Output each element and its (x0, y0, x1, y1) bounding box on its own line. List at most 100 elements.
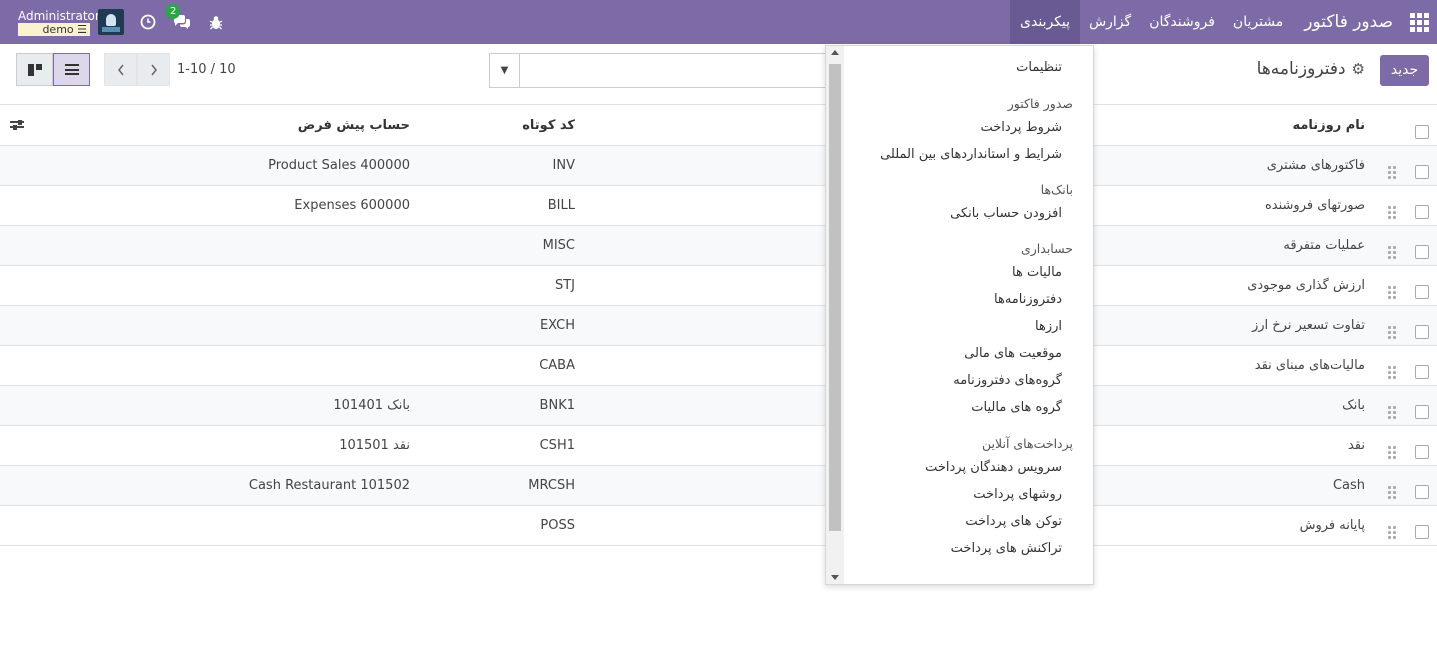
table-row[interactable]: عملیات متفرقه MISC (0, 226, 1437, 266)
drag-handle-icon[interactable] (1387, 426, 1397, 465)
drag-handle-icon[interactable] (1387, 506, 1397, 545)
table-row[interactable]: پایانه فروش POSS (0, 506, 1437, 546)
row-checkbox[interactable] (1415, 226, 1429, 265)
journal-name: پایانه فروش (1299, 518, 1365, 533)
journal-code: EXCH (539, 318, 575, 333)
journals-table: نام روزنامه کد کوتاه حساب پیش فرض فاکتور… (0, 106, 1437, 546)
scroll-up-icon[interactable] (831, 50, 839, 55)
journal-code: MRCSH (528, 478, 575, 493)
dropdown-menu-item[interactable]: گروه‌های دفتروزنامه (953, 373, 1062, 388)
journal-code: MISC (542, 238, 575, 253)
chevron-down-icon[interactable]: ▼ (490, 54, 520, 87)
row-checkbox[interactable] (1415, 426, 1429, 465)
journal-name: بانک (1342, 398, 1365, 413)
pager-previous-button[interactable] (104, 53, 137, 86)
database-name: demo ☰ (18, 23, 90, 36)
table-row[interactable]: تفاوت تسعیر نرخ ارز EXCH (0, 306, 1437, 346)
list-view-button[interactable] (53, 53, 90, 86)
kanban-view-button[interactable] (16, 53, 53, 86)
dropdown-menu-item[interactable]: ارزها (1035, 319, 1062, 334)
avatar[interactable] (98, 9, 124, 35)
dropdown-menu-item[interactable]: دفتروزنامه‌ها (994, 292, 1062, 307)
dropdown-menu-item[interactable]: موقعیت های مالی (964, 346, 1062, 361)
dropdown-scrollbar[interactable] (826, 46, 844, 584)
dropdown-menu-item[interactable]: افزودن حساب بانکی (950, 206, 1062, 221)
menu-customers[interactable]: مشتریان (1224, 0, 1292, 44)
drag-handle-icon[interactable] (1387, 186, 1397, 225)
optional-columns-icon[interactable] (10, 106, 26, 145)
dropdown-menu-item[interactable]: شروط پرداخت (981, 120, 1063, 135)
menu-configuration[interactable]: پیکربندی (1010, 0, 1081, 44)
drag-handle-icon[interactable] (1387, 146, 1397, 185)
dropdown-menu-item[interactable]: روشهای پرداخت (973, 487, 1062, 502)
breadcrumb: دفتروزنامه‌ها ⚙ (1257, 59, 1365, 79)
row-checkbox[interactable] (1415, 186, 1429, 225)
scroll-down-icon[interactable] (831, 575, 839, 580)
dropdown-menu-item[interactable]: توکن های پرداخت (965, 514, 1062, 529)
journal-name: فاکتورهای مشتری (1266, 158, 1365, 173)
user-menu[interactable]: Administrator demo ☰ (18, 9, 100, 36)
pager-value[interactable]: 1-10 / 10 (177, 62, 236, 77)
row-checkbox[interactable] (1415, 146, 1429, 185)
table-row[interactable]: صورتهای فروشنده BILL Expenses 600000 (0, 186, 1437, 226)
dropdown-section-header: صدور فاکتور (1007, 96, 1073, 111)
table-row[interactable]: Cash MRCSH Cash Restaurant 101502 (0, 466, 1437, 506)
journal-name: عملیات متفرقه (1283, 238, 1365, 253)
drag-handle-icon[interactable] (1387, 266, 1397, 305)
table-row[interactable]: ارزش گذاری موجودی STJ (0, 266, 1437, 306)
dropdown-section-header: پرداخت‌های آنلاین (982, 436, 1073, 451)
select-all-checkbox[interactable] (1415, 106, 1429, 145)
chat-icon[interactable]: 2 (166, 4, 192, 32)
systray: Administrator demo ☰ 2 (0, 0, 226, 44)
journal-code: BNK1 (539, 398, 575, 413)
dropdown-menu-item[interactable]: گروه های مالیات (971, 400, 1062, 415)
dropdown-menu-item[interactable]: تراکنش های پرداخت (951, 541, 1062, 556)
row-checkbox[interactable] (1415, 466, 1429, 505)
menu-settings[interactable]: تنظیمات (1016, 60, 1062, 75)
kanban-icon (27, 63, 42, 76)
dropdown-menu-item[interactable]: شرایط و استانداردهای بین المللی (880, 147, 1062, 162)
clock-icon[interactable] (138, 12, 158, 32)
dropdown-menu-item[interactable]: سرویس دهندگان پرداخت (925, 460, 1062, 475)
journal-code: POSS (540, 518, 575, 533)
drag-handle-icon[interactable] (1387, 306, 1397, 345)
apps-icon[interactable] (1401, 0, 1437, 44)
table-header: نام روزنامه کد کوتاه حساب پیش فرض (0, 106, 1437, 146)
journal-default-account: 101401 بانک (333, 398, 410, 413)
table-row[interactable]: بانک BNK1 101401 بانک (0, 386, 1437, 426)
table-row[interactable]: مالیات‌های مبنای نقد CABA (0, 346, 1437, 386)
scrollbar-thumb[interactable] (829, 64, 841, 531)
table-row[interactable]: نقد CSH1 101501 نقد (0, 426, 1437, 466)
new-button[interactable]: جدید (1380, 55, 1429, 86)
journal-name: ارزش گذاری موجودی (1247, 278, 1365, 293)
drag-handle-icon[interactable] (1387, 386, 1397, 425)
row-checkbox[interactable] (1415, 346, 1429, 385)
drag-handle-icon[interactable] (1387, 466, 1397, 505)
drag-handle-icon[interactable] (1387, 226, 1397, 265)
list-icon (64, 64, 79, 75)
bug-icon[interactable] (206, 12, 226, 32)
table-row[interactable]: فاکتورهای مشتری INV Product Sales 400000 (0, 146, 1437, 186)
menu-vendors[interactable]: فروشندگان (1140, 0, 1224, 44)
row-checkbox[interactable] (1415, 266, 1429, 305)
journal-code: CSH1 (539, 438, 575, 453)
header-short-code[interactable]: کد کوتاه (522, 106, 575, 145)
header-journal-name[interactable]: نام روزنامه (1292, 106, 1365, 145)
pager-next-button[interactable] (137, 53, 170, 86)
drag-handle-icon[interactable] (1387, 346, 1397, 385)
app-brand[interactable]: صدور فاکتور (1292, 12, 1401, 32)
row-checkbox[interactable] (1415, 386, 1429, 425)
journal-name: تفاوت تسعیر نرخ ارز (1251, 318, 1365, 333)
dropdown-menu-item[interactable]: مالیات ها (1012, 265, 1062, 280)
header-default-account[interactable]: حساب پیش فرض (298, 106, 410, 145)
control-panel: جدید دفتروزنامه‌ها ⚙ ▼ 1-10 / 10 (0, 45, 1437, 105)
row-checkbox[interactable] (1415, 506, 1429, 545)
dropdown-section-header: حسابداری (1020, 241, 1073, 256)
user-name: Administrator (18, 9, 100, 23)
search-input[interactable] (520, 54, 838, 87)
menu-reporting[interactable]: گزارش (1080, 0, 1140, 44)
row-checkbox[interactable] (1415, 306, 1429, 345)
gear-icon[interactable]: ⚙ (1352, 60, 1365, 78)
journal-default-account: Expenses 600000 (294, 198, 410, 213)
journal-code: INV (552, 158, 575, 173)
